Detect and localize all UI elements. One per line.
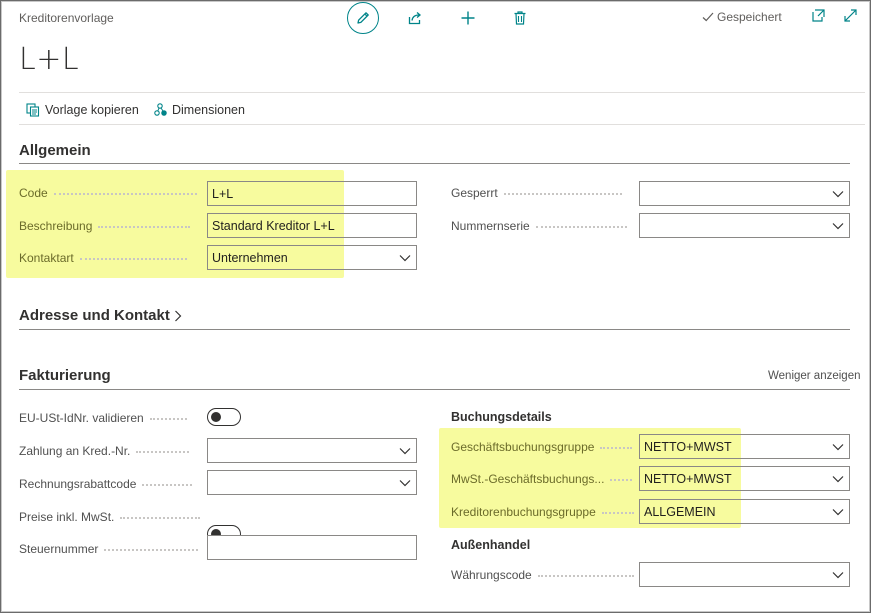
currency-code-label: Währungscode bbox=[451, 568, 634, 582]
vat-bus-posting-label: MwSt.-Geschäftsbuchungs... bbox=[451, 472, 633, 486]
pay-to-vendor-label: Zahlung an Kred.-Nr. bbox=[19, 444, 190, 458]
gen-bus-posting-select[interactable]: NETTO+MWST bbox=[639, 434, 850, 459]
vat-bus-posting-select[interactable]: NETTO+MWST bbox=[639, 466, 850, 491]
chevron-down-icon bbox=[831, 472, 845, 486]
copy-template-action[interactable]: Vorlage kopieren bbox=[26, 101, 139, 119]
plus-icon bbox=[461, 11, 475, 25]
vat-validate-toggle[interactable] bbox=[207, 408, 241, 426]
code-field[interactable]: L+L bbox=[207, 181, 417, 206]
save-status-label: Gespeichert bbox=[717, 10, 782, 24]
pencil-icon bbox=[357, 12, 369, 24]
chevron-down-icon bbox=[831, 187, 845, 201]
expand-button[interactable] bbox=[838, 3, 862, 27]
gen-bus-posting-value: NETTO+MWST bbox=[644, 439, 732, 454]
vendor-posting-label: Kreditorenbuchungsgruppe bbox=[451, 505, 634, 519]
section-divider-address bbox=[19, 329, 850, 330]
page-type-caption: Kreditorenvorlage bbox=[19, 11, 114, 25]
chevron-down-icon bbox=[831, 440, 845, 454]
chevron-down-icon bbox=[398, 476, 412, 490]
copy-template-label: Vorlage kopieren bbox=[45, 103, 139, 117]
description-label: Beschreibung bbox=[19, 219, 191, 233]
blocked-select[interactable] bbox=[639, 181, 850, 206]
vendor-posting-value: ALLGEMEIN bbox=[644, 504, 716, 519]
section-title-general[interactable]: Allgemein bbox=[19, 142, 91, 159]
chevron-down-icon bbox=[831, 219, 845, 233]
contact-type-select[interactable]: Unternehmen bbox=[207, 245, 417, 270]
number-series-label: Nummernserie bbox=[451, 219, 627, 233]
section-divider-invoicing bbox=[19, 389, 850, 390]
currency-code-select[interactable] bbox=[639, 562, 850, 587]
vat-validate-label: EU-USt-IdNr. validieren bbox=[19, 411, 187, 425]
dimensions-action[interactable]: Dimensionen bbox=[154, 101, 245, 119]
contact-type-value: Unternehmen bbox=[212, 250, 288, 265]
delete-button[interactable] bbox=[504, 2, 536, 34]
contact-type-label: Kontaktart bbox=[19, 251, 187, 265]
tax-number-label: Steuernummer bbox=[19, 542, 199, 556]
blocked-label: Gesperrt bbox=[451, 186, 622, 200]
dimensions-label: Dimensionen bbox=[172, 103, 245, 117]
vendor-posting-select[interactable]: ALLGEMEIN bbox=[639, 499, 850, 524]
prices-incl-vat-label: Preise inkl. MwSt. bbox=[19, 510, 201, 524]
expand-icon bbox=[843, 8, 857, 22]
toggle-knob bbox=[211, 412, 221, 422]
number-series-select[interactable] bbox=[639, 213, 850, 238]
invoice-discount-label: Rechnungsrabattcode bbox=[19, 477, 193, 491]
chevron-down-icon bbox=[398, 444, 412, 458]
chevron-down-icon bbox=[831, 568, 845, 582]
vat-bus-posting-value: NETTO+MWST bbox=[644, 471, 732, 486]
description-value: Standard Kreditor L+L bbox=[212, 218, 335, 233]
trash-icon bbox=[514, 11, 526, 25]
share-button[interactable] bbox=[399, 2, 431, 34]
page-title: L+L bbox=[19, 42, 80, 77]
open-new-window-icon bbox=[811, 8, 825, 22]
section-title-invoicing[interactable]: Fakturierung bbox=[19, 367, 111, 384]
save-status: Gespeichert bbox=[702, 10, 782, 24]
toolbar-top-divider bbox=[19, 92, 865, 93]
invoice-discount-select[interactable] bbox=[207, 470, 417, 495]
foreign-trade-heading: Außenhandel bbox=[451, 538, 531, 552]
gen-bus-posting-label: Geschäftsbuchungsgruppe bbox=[451, 440, 633, 454]
edit-button[interactable] bbox=[347, 2, 379, 34]
posting-details-heading: Buchungsdetails bbox=[451, 410, 552, 424]
toolbar-bottom-divider bbox=[19, 124, 865, 125]
section-divider-general bbox=[19, 163, 850, 164]
chevron-down-icon bbox=[398, 251, 412, 265]
pay-to-vendor-select[interactable] bbox=[207, 438, 417, 463]
section-title-address[interactable]: Adresse und Kontakt bbox=[19, 307, 182, 324]
chevron-down-icon bbox=[831, 505, 845, 519]
code-label: Code bbox=[19, 186, 197, 200]
checkmark-icon bbox=[702, 12, 714, 22]
dimensions-icon bbox=[154, 103, 167, 116]
code-value: L+L bbox=[212, 186, 234, 201]
show-less-link[interactable]: Weniger anzeigen bbox=[768, 370, 861, 382]
share-icon bbox=[408, 12, 422, 25]
description-field[interactable]: Standard Kreditor L+L bbox=[207, 213, 417, 238]
copy-icon bbox=[26, 103, 40, 117]
new-button[interactable] bbox=[452, 2, 484, 34]
open-in-new-window-button[interactable] bbox=[806, 3, 830, 27]
section-title-address-label: Adresse und Kontakt bbox=[19, 307, 170, 324]
chevron-right-icon bbox=[174, 310, 182, 321]
tax-number-field[interactable] bbox=[207, 535, 417, 560]
